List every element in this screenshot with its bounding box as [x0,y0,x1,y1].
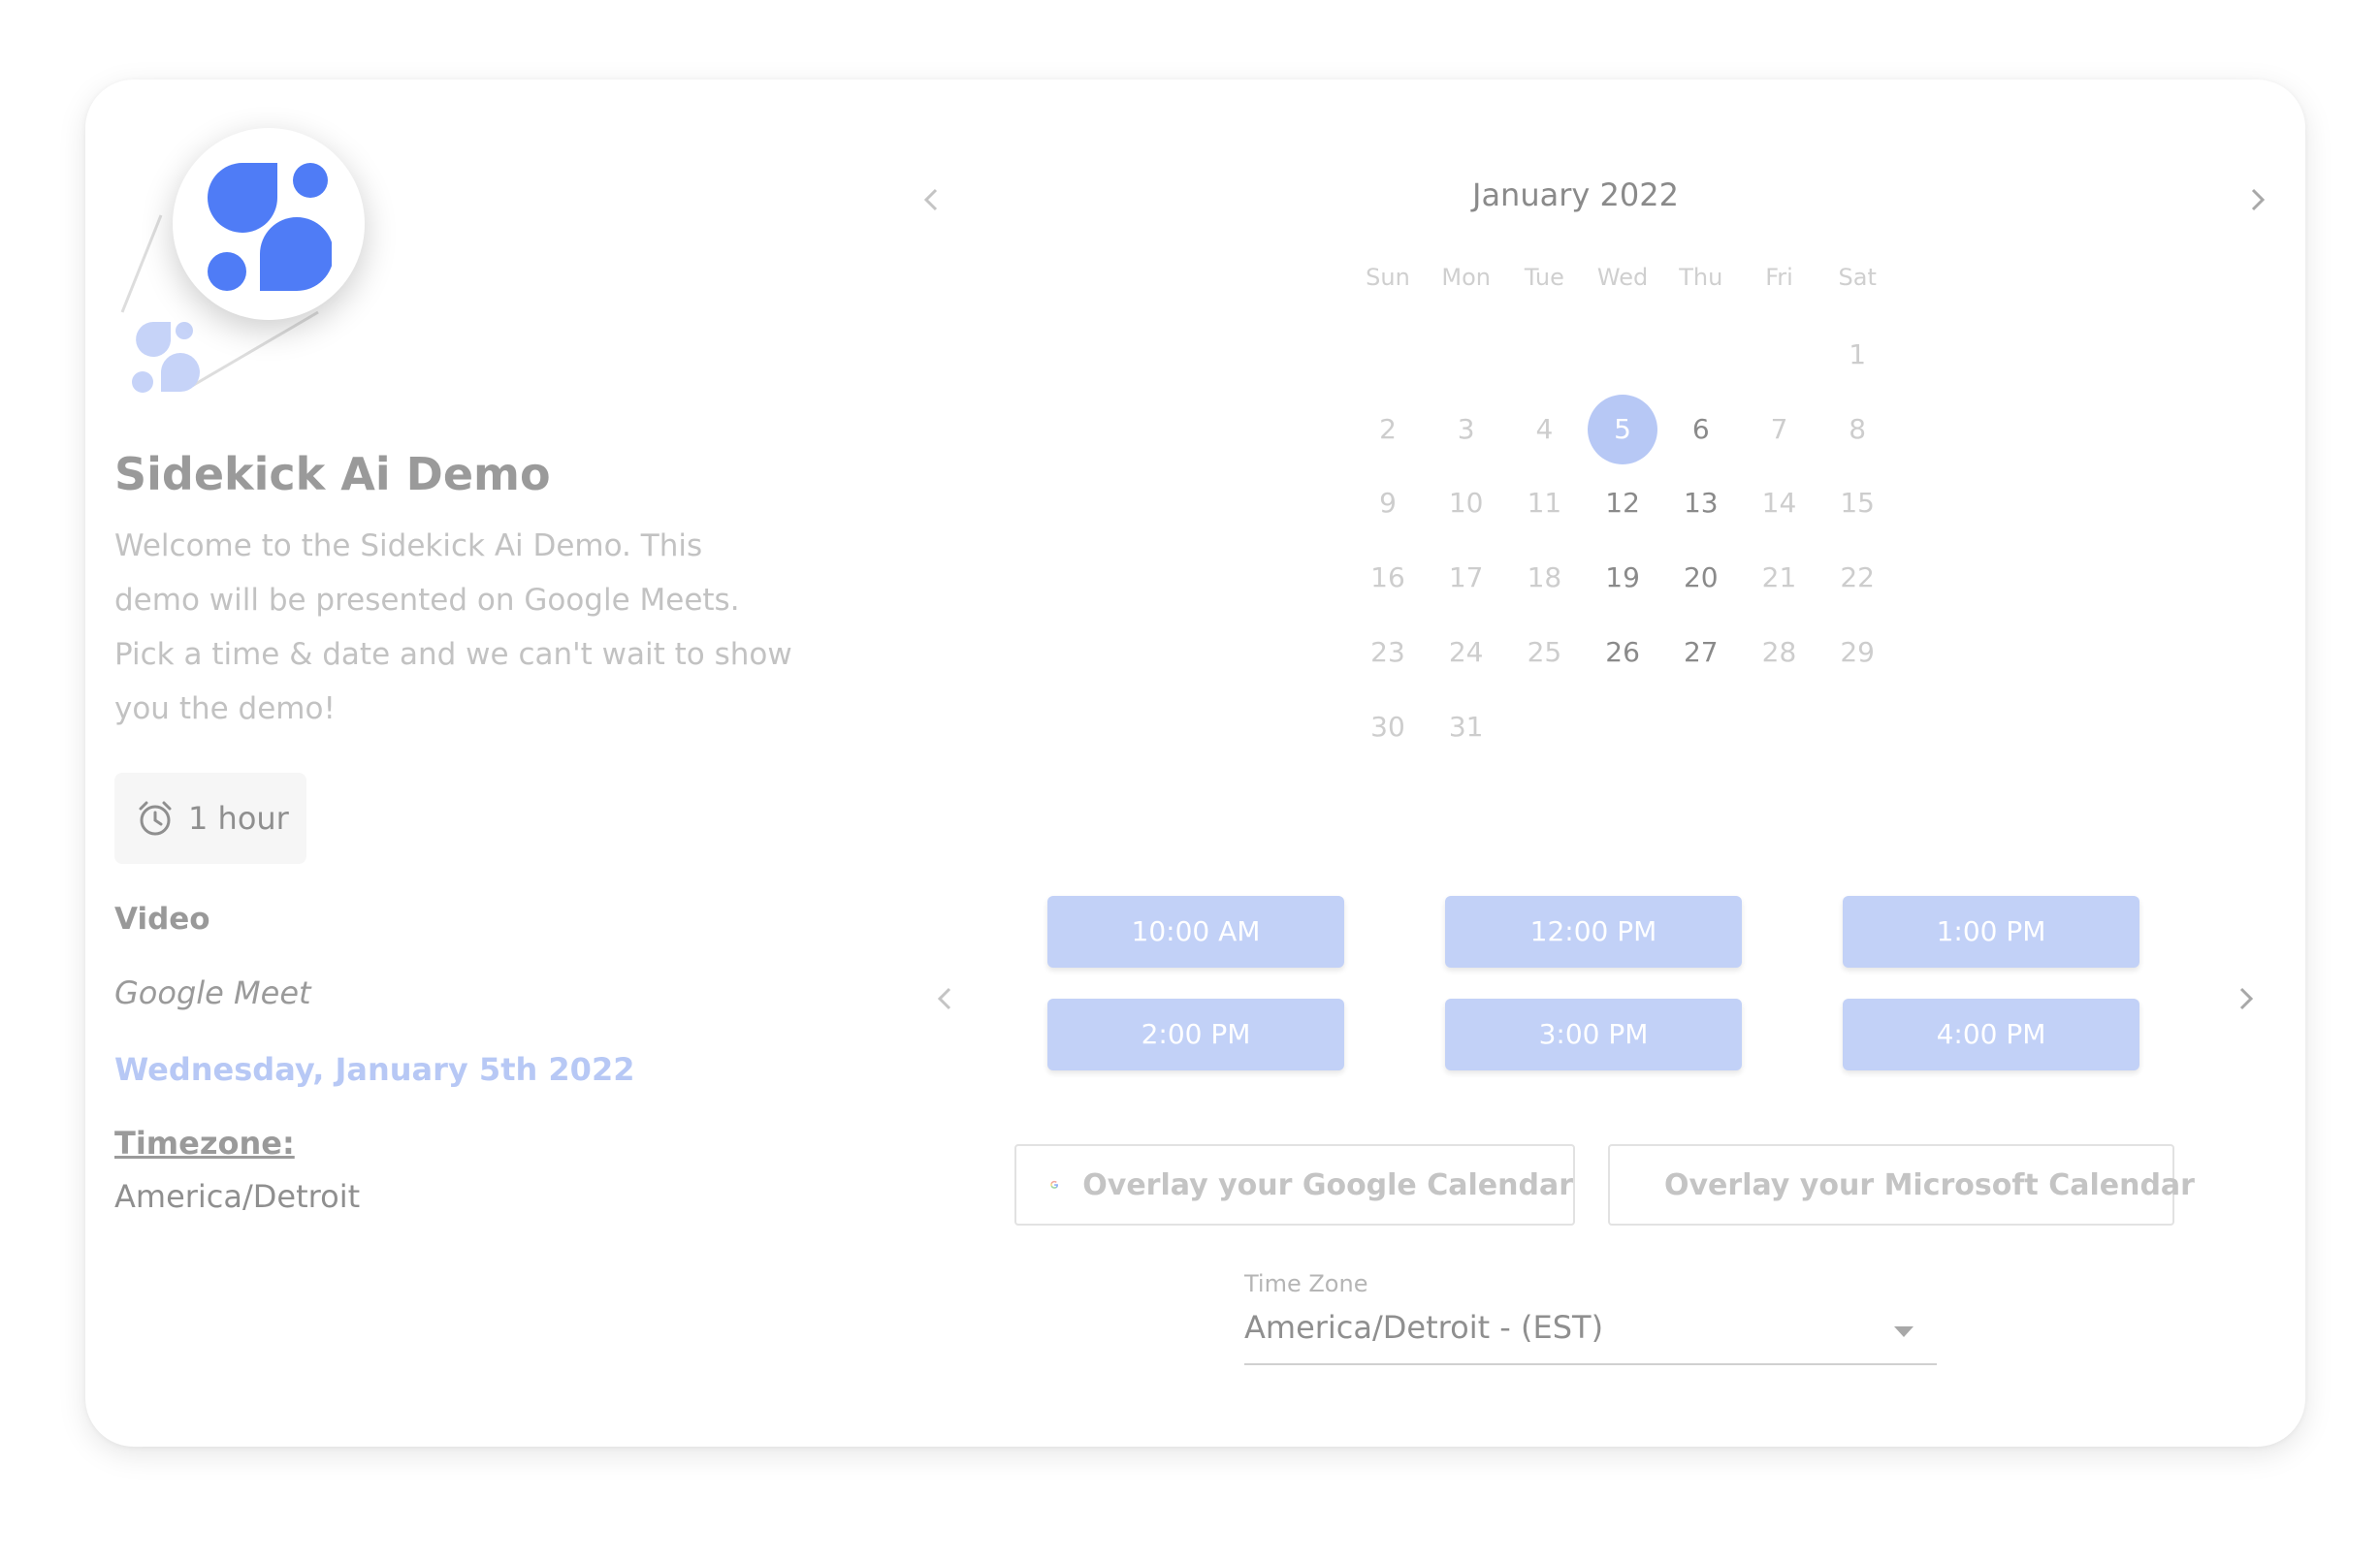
event-description: Welcome to the Sidekick Ai Demo. This de… [114,528,792,726]
booking-card: Sidekick Ai Demo Welcome to the Sidekick… [85,80,2305,1447]
next-slots-button[interactable] [2227,979,2266,1018]
chevron-right-icon [2239,987,2254,1010]
weekday-label: Mon [1441,264,1491,291]
time-slot-button[interactable]: 4:00 PM [1843,999,2139,1070]
overlay-microsoft-label: Overlay your Microsoft Calendar [1664,1167,2195,1202]
calendar-day[interactable]: 12 [1588,468,1657,538]
timezone-heading: Timezone: [114,1125,295,1162]
calendar-day: 1 [1849,338,1867,370]
timezone-select-value: America/Detroit - (EST) [1244,1309,1604,1346]
timezone-select[interactable]: America/Detroit - (EST) [1244,1301,1937,1365]
duration-label: 1 hour [188,800,289,837]
calendar-day: 28 [1761,635,1797,668]
calendar-day: 14 [1761,487,1797,520]
selected-date: Wednesday, January 5th 2022 [114,1051,635,1088]
time-slot-button[interactable]: 3:00 PM [1445,999,1742,1070]
calendar-day: 23 [1370,635,1405,668]
calendar-day: 8 [1849,412,1867,445]
weekday-label: Sun [1366,264,1410,291]
weekday-label: Thu [1679,264,1723,291]
chevron-left-icon [923,188,938,211]
weekday-label: Fri [1765,264,1793,291]
google-g-icon [1050,1180,1058,1189]
calendar-day[interactable]: 20 [1666,543,1736,613]
next-month-button[interactable] [2238,180,2277,219]
calendar-day: 2 [1379,412,1397,445]
prev-month-button[interactable] [912,180,950,219]
calendar-day: 31 [1448,710,1484,743]
logo-small-icon [132,322,200,393]
calendar-day[interactable]: 26 [1588,618,1657,687]
weekday-label: Wed [1596,264,1649,291]
calendar-day[interactable]: 5 [1588,394,1658,464]
overlay-google-button[interactable]: Overlay your Google Calendar [1014,1144,1575,1226]
prev-slots-button[interactable] [925,979,964,1018]
calendar-day: 18 [1527,561,1562,594]
calendar-day: 11 [1527,487,1562,520]
weekday-label: Sat [1838,264,1877,291]
calendar-day[interactable]: 6 [1666,395,1736,464]
calendar-day: 17 [1448,561,1484,594]
calendar-day: 29 [1840,635,1875,668]
time-slot-button[interactable]: 10:00 AM [1047,896,1344,968]
month-label: January 2022 [1472,176,1679,213]
time-slot-button[interactable]: 1:00 PM [1843,896,2139,968]
chevron-right-icon [2251,188,2266,211]
calendar-day[interactable]: 27 [1666,618,1736,687]
calendar-day: 30 [1370,710,1405,743]
calendar-day[interactable]: 19 [1588,543,1657,613]
calendar-day: 16 [1370,561,1405,594]
logo [173,128,365,320]
calendar-day: 24 [1448,635,1484,668]
calendar-day: 15 [1840,487,1875,520]
calendar-day: 7 [1770,412,1788,445]
calendar-day: 3 [1457,412,1475,445]
overlay-microsoft-button[interactable]: Overlay your Microsoft Calendar [1608,1144,2195,1226]
calendar-day: 22 [1840,561,1875,594]
weekday-label: Tue [1524,264,1564,291]
calendar-day[interactable]: 13 [1666,468,1736,538]
event-title: Sidekick Ai Demo [114,448,551,500]
sidekick-logo-icon [208,163,332,291]
calendar-day: 25 [1527,635,1562,668]
alarm-clock-icon [139,801,172,836]
time-slot-button[interactable]: 12:00 PM [1445,896,1742,968]
overlay-google-label: Overlay your Google Calendar [1082,1167,1573,1202]
calendar-day: 4 [1535,412,1554,445]
time-slot-button[interactable]: 2:00 PM [1047,999,1344,1070]
calendar-day: 21 [1761,561,1797,594]
caret-down-icon [1894,1326,1914,1337]
chevron-left-icon [937,987,951,1010]
calendar-day: 9 [1379,487,1397,520]
calendar-day: 10 [1448,487,1484,520]
duration-badge: 1 hour [114,773,306,864]
timezone-select-label: Time Zone [1244,1270,1368,1297]
location-heading: Video [114,902,210,937]
location-value: Google Meet [114,974,311,1011]
timezone-value: America/Detroit [114,1178,361,1215]
